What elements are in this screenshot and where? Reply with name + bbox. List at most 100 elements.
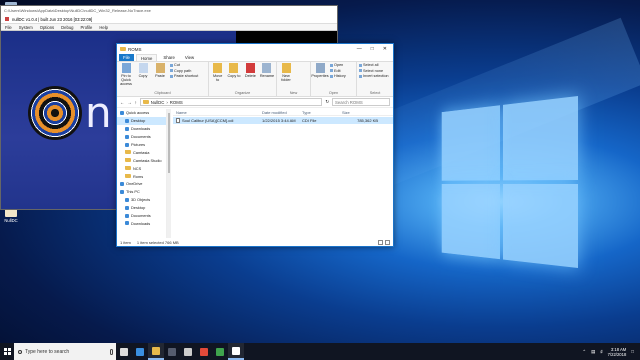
invert-selection-button[interactable]: Invert selection bbox=[359, 74, 389, 79]
history-button[interactable]: History bbox=[330, 74, 346, 79]
clock[interactable]: 3:18 AM 7/22/2018 bbox=[608, 347, 627, 357]
open-button[interactable]: Open bbox=[330, 63, 346, 68]
large-icons-view-icon[interactable] bbox=[385, 239, 390, 245]
taskbar-app-file-explorer[interactable] bbox=[148, 343, 164, 360]
clipboard-group-label: Clipboard bbox=[154, 91, 171, 95]
explorer-titlebar[interactable]: ROMS — □ ✕ bbox=[117, 44, 393, 54]
status-selection: 1 item selected 766 MB bbox=[136, 239, 179, 245]
paste-shortcut-button[interactable]: Paste shortcut bbox=[170, 74, 198, 79]
refresh-icon[interactable]: ↻ bbox=[325, 99, 329, 105]
copy-path-button[interactable]: Copy path bbox=[170, 69, 198, 74]
tray-chevron-icon[interactable]: ⌃ bbox=[582, 349, 586, 355]
scrollbar-thumb[interactable] bbox=[168, 113, 170, 173]
navigation-pane: Quick access Desktop Downloads Documents… bbox=[117, 109, 167, 238]
status-bar: 1 item 1 item selected 766 MB bbox=[117, 238, 393, 246]
nav-item-documents[interactable]: Documents bbox=[117, 133, 166, 141]
minimize-icon[interactable]: — bbox=[357, 46, 362, 52]
new-group-label: New bbox=[289, 91, 298, 95]
taskbar-app-chrome[interactable] bbox=[196, 343, 212, 360]
nav-item-pc-desktop[interactable]: Desktop bbox=[117, 204, 166, 212]
taskbar-search[interactable]: Type here to search bbox=[14, 343, 116, 360]
start-button[interactable] bbox=[0, 343, 14, 360]
clock-time: 3:18 AM bbox=[610, 346, 627, 352]
ribbon-group-organize: Move to Copy to Delete Rename Organize bbox=[209, 62, 277, 96]
breadcrumb-roms[interactable]: ROMS bbox=[170, 100, 183, 105]
menu-options[interactable]: Options bbox=[40, 25, 54, 30]
details-view-icon[interactable] bbox=[378, 239, 383, 245]
nav-item-roms[interactable]: Roms bbox=[117, 172, 166, 180]
chrome-icon bbox=[200, 347, 208, 356]
column-size[interactable]: Size bbox=[342, 110, 382, 115]
tab-share[interactable]: Share bbox=[159, 54, 178, 61]
nav-item-camtasia[interactable]: Camtasia bbox=[117, 148, 166, 156]
cube-icon bbox=[125, 197, 129, 202]
windows-start-icon bbox=[3, 348, 11, 355]
open-group-label: Open bbox=[328, 91, 339, 95]
explorer-title: ROMS bbox=[128, 46, 142, 52]
menu-file[interactable]: File bbox=[5, 25, 12, 30]
quick-access-item[interactable]: Quick access bbox=[117, 109, 166, 117]
cut-button[interactable]: Cut bbox=[170, 63, 198, 68]
nav-item-pc-documents[interactable]: Documents bbox=[117, 212, 166, 220]
column-date[interactable]: Date modified bbox=[262, 110, 302, 115]
search-box[interactable]: Search ROMS bbox=[332, 98, 390, 106]
select-all-button[interactable]: Select all bbox=[359, 63, 389, 68]
tab-home[interactable]: Home bbox=[135, 54, 158, 61]
table-row[interactable]: Soul Calibur (USA)[CCM].cdi 1/22/2015 3:… bbox=[173, 117, 393, 124]
menu-debug[interactable]: Debug bbox=[61, 25, 73, 30]
edit-button[interactable]: Edit bbox=[330, 69, 346, 74]
close-icon[interactable]: ✕ bbox=[383, 46, 387, 52]
up-arrow-icon[interactable]: ↑ bbox=[135, 100, 137, 105]
volume-icon[interactable]: ♯ bbox=[600, 349, 602, 354]
download-icon bbox=[125, 221, 129, 226]
nav-item-onedrive[interactable]: OneDrive bbox=[117, 180, 166, 188]
breadcrumb-nulldc[interactable]: NullDC bbox=[151, 100, 165, 105]
taskbar-app-nulldc[interactable] bbox=[228, 343, 244, 360]
paste-icon bbox=[155, 63, 165, 73]
taskbar-search-text: Type here to search bbox=[25, 348, 70, 355]
taskbar-app-mail[interactable] bbox=[180, 343, 196, 360]
nav-item-ncs[interactable]: NCS bbox=[117, 164, 166, 172]
nav-item-downloads[interactable]: Downloads bbox=[117, 125, 166, 133]
menu-help[interactable]: Help bbox=[99, 25, 108, 30]
nav-scrollbar[interactable] bbox=[167, 109, 171, 238]
taskbar-app-store[interactable] bbox=[164, 343, 180, 360]
tab-file[interactable]: File bbox=[119, 54, 134, 61]
windows-wallpaper-logo bbox=[441, 96, 578, 272]
copy-to-icon bbox=[229, 63, 239, 73]
nav-item-pc-downloads[interactable]: Downloads bbox=[117, 219, 166, 227]
microphone-icon[interactable] bbox=[110, 348, 113, 355]
store-icon bbox=[168, 347, 176, 356]
nav-item-thispc[interactable]: This PC bbox=[117, 188, 166, 196]
nav-item-pictures[interactable]: Pictures bbox=[117, 141, 166, 149]
column-name[interactable]: Name bbox=[173, 110, 262, 115]
menu-profile[interactable]: Profile bbox=[81, 25, 93, 30]
ribbon-group-new: New folder New bbox=[277, 62, 311, 96]
select-none-button[interactable]: Select none bbox=[359, 69, 389, 74]
address-bar[interactable]: NullDC › ROMS bbox=[139, 98, 323, 106]
maximize-icon[interactable]: □ bbox=[371, 46, 374, 52]
nav-item-desktop[interactable]: Desktop bbox=[117, 116, 166, 125]
back-arrow-icon[interactable]: ← bbox=[120, 100, 124, 105]
camtasia-icon bbox=[216, 347, 224, 356]
forward-arrow-icon[interactable]: → bbox=[127, 100, 131, 105]
nav-item-camtasia-studio[interactable]: Camtasia Studio bbox=[117, 156, 166, 164]
nav-item-3d-objects[interactable]: 3D Objects bbox=[117, 196, 166, 204]
status-item-count: 1 item bbox=[120, 239, 131, 245]
emulator-menubar[interactable]: File System Options Debug Profile Help bbox=[1, 24, 337, 31]
tab-view[interactable]: View bbox=[181, 54, 198, 61]
taskbar-app-camtasia[interactable] bbox=[212, 343, 228, 360]
mail-icon bbox=[184, 347, 192, 356]
document-icon bbox=[125, 134, 129, 139]
select-group-label: Select bbox=[369, 91, 381, 95]
column-type[interactable]: Type bbox=[302, 110, 342, 115]
file-explorer-window[interactable]: ROMS — □ ✕ File Home Share View Pin to Q… bbox=[116, 43, 394, 247]
address-folder-icon bbox=[142, 100, 149, 104]
move-icon bbox=[213, 63, 223, 73]
taskbar-app-task-view[interactable] bbox=[116, 343, 132, 360]
emulator-titlebar[interactable]: nullDC v1.0.4 | built Jun 23 2016 [03:22… bbox=[1, 15, 337, 24]
network-icon[interactable]: ▤ bbox=[591, 349, 595, 355]
taskbar-app-edge[interactable] bbox=[132, 343, 148, 360]
menu-system[interactable]: System bbox=[19, 25, 33, 30]
notification-icon[interactable]: □ bbox=[631, 349, 634, 354]
